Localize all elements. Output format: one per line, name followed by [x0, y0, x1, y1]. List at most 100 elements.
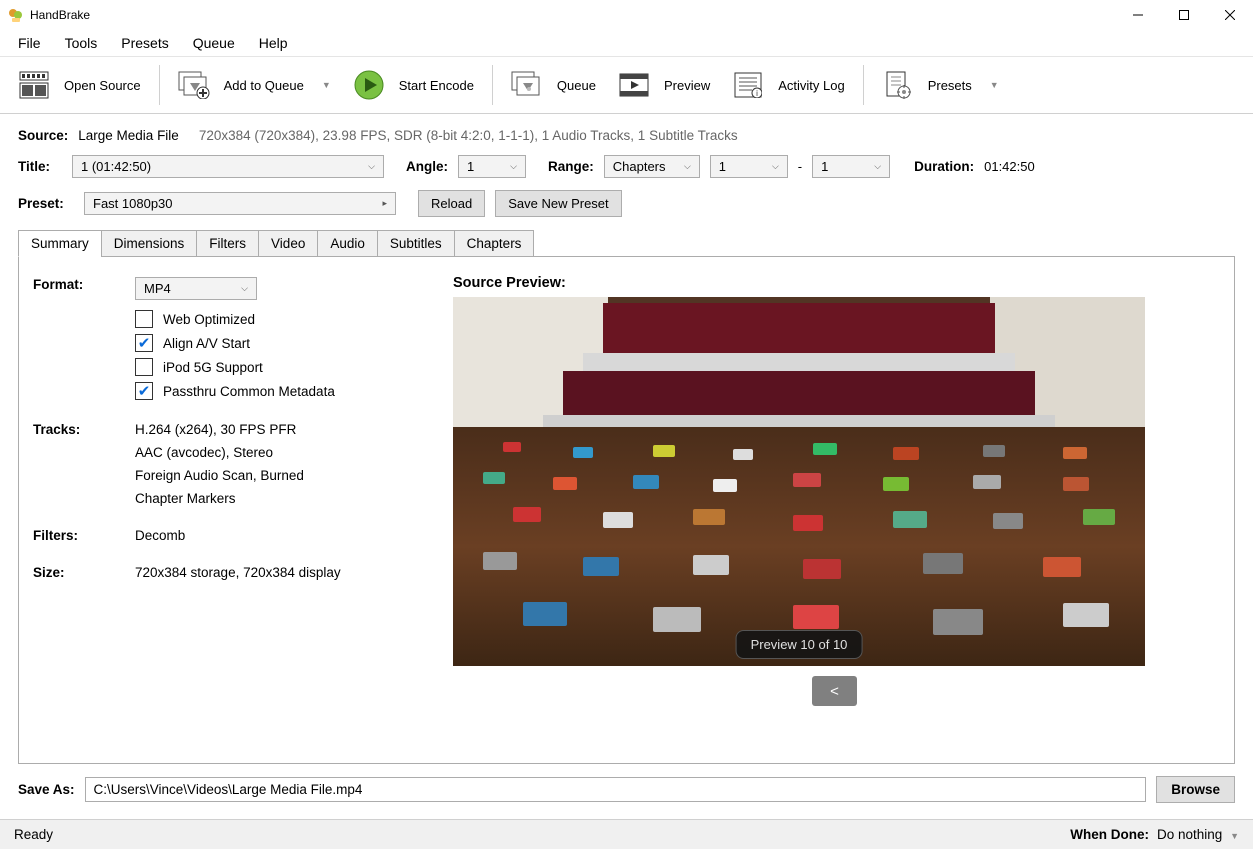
filters-value: Decomb [135, 528, 341, 543]
source-meta: 720x384 (720x384), 23.98 FPS, SDR (8-bit… [199, 128, 738, 143]
tracks-line: AAC (avcodec), Stereo [135, 445, 341, 460]
preview-image[interactable]: Preview 10 of 10 [453, 297, 1145, 666]
chevron-down-icon: ▼ [322, 80, 331, 90]
preview-icon [618, 69, 650, 101]
toy-car [1063, 447, 1087, 459]
chevron-down-icon: ▼ [1230, 831, 1239, 841]
status-ready: Ready [14, 827, 53, 842]
browse-button[interactable]: Browse [1156, 776, 1235, 803]
reload-button[interactable]: Reload [418, 190, 485, 217]
ipod-checkbox[interactable]: iPod 5G Support [135, 358, 341, 376]
preview-prev-button[interactable]: < [812, 676, 857, 706]
toy-car [483, 472, 505, 484]
range-mode-select[interactable]: Chapters⌵ [604, 155, 700, 178]
toolbar-label: Activity Log [778, 78, 844, 93]
chevron-down-icon: ⌵ [368, 161, 375, 172]
toolbar-separator [159, 65, 160, 105]
tracks-line: Chapter Markers [135, 491, 341, 506]
toy-car [793, 605, 839, 629]
range-from-select[interactable]: 1⌵ [710, 155, 788, 178]
format-label: Format: [33, 275, 135, 420]
checkbox-label: Align A/V Start [163, 336, 250, 351]
activity-log-button[interactable]: i Activity Log [724, 65, 852, 105]
menu-presets[interactable]: Presets [111, 33, 178, 53]
align-av-checkbox[interactable]: ✔ Align A/V Start [135, 334, 341, 352]
tab-dimensions[interactable]: Dimensions [101, 230, 198, 257]
filters-label: Filters: [33, 526, 135, 563]
open-source-button[interactable]: Open Source [10, 65, 149, 105]
range-from: 1 [719, 159, 726, 174]
preset-select[interactable]: Fast 1080p30▸ [84, 192, 396, 215]
range-dash: - [798, 159, 802, 174]
toy-car [573, 447, 593, 458]
tab-filters[interactable]: Filters [196, 230, 259, 257]
tab-summary[interactable]: Summary [18, 230, 102, 257]
toy-car [653, 445, 675, 457]
preview-heading: Source Preview: [453, 275, 1216, 291]
toy-car [693, 555, 729, 575]
chevron-down-icon: ⌵ [772, 161, 779, 172]
tab-subtitles[interactable]: Subtitles [377, 230, 455, 257]
toy-car [933, 609, 983, 635]
title-row: Title: 1 (01:42:50)⌵ Angle: 1⌵ Range: Ch… [18, 155, 1235, 178]
range-to-select[interactable]: 1⌵ [812, 155, 890, 178]
toy-car [983, 445, 1005, 457]
maximize-button[interactable] [1161, 0, 1207, 30]
tab-body: Format: MP4⌵ Web Optimized ✔ Al [18, 256, 1235, 764]
tracks-line: H.264 (x264), 30 FPS PFR [135, 422, 341, 437]
web-optimized-checkbox[interactable]: Web Optimized [135, 310, 341, 328]
menu-file[interactable]: File [8, 33, 51, 53]
add-to-queue-button[interactable]: Add to Queue ▼ [170, 65, 339, 105]
summary-panel: Format: MP4⌵ Web Optimized ✔ Al [33, 275, 433, 753]
tab-chapters[interactable]: Chapters [454, 230, 535, 257]
format-value: MP4 [144, 281, 171, 296]
tab-audio[interactable]: Audio [317, 230, 378, 257]
tabs-area: Summary Dimensions Filters Video Audio S… [18, 229, 1235, 764]
toy-car [893, 447, 919, 460]
chevron-down-icon: ⌵ [874, 161, 881, 172]
toy-car [583, 557, 619, 576]
duration-value: 01:42:50 [984, 159, 1035, 174]
minimize-button[interactable] [1115, 0, 1161, 30]
start-encode-button[interactable]: Start Encode [345, 65, 482, 105]
menu-tools[interactable]: Tools [55, 33, 108, 53]
toolbar-label: Presets [928, 78, 972, 93]
toolbar: Open Source Add to Queue ▼ Start Encode [0, 56, 1253, 114]
preview-badge: Preview 10 of 10 [736, 630, 863, 659]
when-done-value: Do nothing [1157, 827, 1222, 842]
presets-icon [882, 69, 914, 101]
toy-car [513, 507, 541, 522]
queue-button[interactable]: Queue [503, 65, 604, 105]
preview-panel: Source Preview: [453, 275, 1216, 753]
presets-button[interactable]: Presets ▼ [874, 65, 1007, 105]
source-name: Large Media File [78, 128, 179, 143]
preset-label: Preset: [18, 196, 74, 211]
menu-queue[interactable]: Queue [183, 33, 245, 53]
toy-car [523, 602, 567, 626]
close-button[interactable] [1207, 0, 1253, 30]
when-done-select[interactable]: Do nothing ▼ [1157, 827, 1239, 842]
toy-car [483, 552, 517, 570]
chevron-right-icon: ▸ [382, 198, 387, 209]
status-bar: Ready When Done: Do nothing ▼ [0, 819, 1253, 849]
checkbox-unchecked-icon [135, 358, 153, 376]
queue-add-icon [178, 69, 210, 101]
chevron-down-icon: ▼ [990, 80, 999, 90]
angle-select[interactable]: 1⌵ [458, 155, 526, 178]
toy-car [993, 513, 1023, 529]
preview-button[interactable]: Preview [610, 65, 718, 105]
format-select[interactable]: MP4⌵ [135, 277, 257, 300]
when-done-label: When Done: [1070, 827, 1149, 842]
tab-video[interactable]: Video [258, 230, 318, 257]
menu-help[interactable]: Help [249, 33, 298, 53]
svg-text:i: i [756, 89, 758, 98]
passthru-checkbox[interactable]: ✔ Passthru Common Metadata [135, 382, 341, 400]
toy-car [923, 553, 963, 574]
save-as-input[interactable] [85, 777, 1147, 802]
toy-car [633, 475, 659, 489]
toy-car [553, 477, 577, 490]
toy-car [1043, 557, 1081, 577]
title-select[interactable]: 1 (01:42:50)⌵ [72, 155, 384, 178]
save-new-preset-button[interactable]: Save New Preset [495, 190, 621, 217]
toy-car [503, 442, 521, 452]
